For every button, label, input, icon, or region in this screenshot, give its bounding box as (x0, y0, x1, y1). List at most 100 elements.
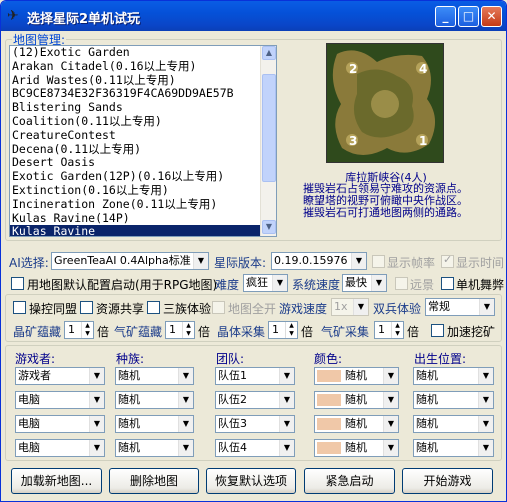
map-list-scrollbar[interactable]: ▲ ▼ (260, 46, 276, 236)
map-list[interactable]: (12)Exotic Garden Arakan Citadel(0.16以上专用… (9, 45, 277, 237)
player-select[interactable]: 电脑 ▼ (15, 439, 105, 457)
chevron-down-icon: ▼ (178, 392, 193, 408)
gas-gather-stepper[interactable]: 1 ▲ ▼ (374, 321, 404, 339)
map-list-item[interactable]: Decena(0.11以上专用) (10, 142, 276, 157)
game-speed-select[interactable]: 1x ▼ (331, 298, 369, 316)
race-header: 种族: (116, 352, 145, 366)
share-resource-checkbox[interactable] (80, 301, 93, 314)
stepper-arrows-icon[interactable]: ▲ ▼ (285, 322, 297, 338)
difficulty-label: 难度 (215, 278, 240, 292)
color-select[interactable]: 随机 ▼ (314, 439, 399, 457)
show-time-label: 显示时间 (456, 256, 505, 270)
color-select[interactable]: 随机 ▼ (314, 367, 399, 385)
color-swatch (317, 418, 341, 430)
team-header: 团队: (216, 352, 245, 366)
use-map-default-checkbox[interactable] (11, 277, 24, 290)
race-select[interactable]: 随机 ▼ (115, 415, 194, 433)
map-list-items: (12)Exotic Garden Arakan Citadel(0.16以上专用… (10, 46, 276, 236)
chevron-down-icon: ▼ (279, 440, 294, 456)
map-list-item[interactable]: Coalition(0.11以上专用) (10, 114, 276, 129)
ai-select[interactable]: GreenTeaAI 0.4Alpha标准 ▼ (51, 252, 209, 270)
map-list-item[interactable]: BC9CE8734E32F36319F4CA69DD9AE57B (10, 87, 276, 101)
chevron-down-icon: ▼ (272, 275, 287, 291)
race-select[interactable]: 随机 ▼ (115, 391, 194, 409)
map-full-open-checkbox[interactable] (212, 301, 225, 314)
single-dance-checkbox[interactable] (441, 277, 454, 290)
restore-default-button[interactable]: 恢复默认选项 (206, 468, 296, 494)
delete-map-button[interactable]: 删除地图 (109, 468, 199, 494)
gas-deposit-value: 1 (169, 323, 176, 336)
main-window: ✈ 选择星际2单机试玩 _ □ ✕ 地图管理: (12)Exotic Garde… (0, 0, 507, 502)
map-list-item[interactable]: Arid Wastes(0.11以上专用) (10, 73, 276, 88)
color-select[interactable]: 随机 ▼ (314, 415, 399, 433)
color-select[interactable]: 随机 ▼ (314, 391, 399, 409)
crystal-deposit-stepper[interactable]: 1 ▲ ▼ (64, 321, 94, 339)
map-list-item[interactable]: Desert Oasis (10, 156, 276, 170)
color-swatch (317, 442, 341, 454)
team-select[interactable]: 队伍1 ▼ (215, 367, 295, 385)
minimize-icon[interactable]: _ (435, 6, 456, 27)
stepper-arrows-icon[interactable]: ▲ ▼ (182, 322, 194, 338)
team-select[interactable]: 队伍3 ▼ (215, 415, 295, 433)
spawn-value: 随机 (416, 369, 438, 382)
chevron-down-icon: ▼ (478, 440, 493, 456)
color-swatch (317, 370, 341, 382)
close-icon[interactable]: ✕ (481, 6, 502, 27)
race-select[interactable]: 随机 ▼ (115, 367, 194, 385)
race-select[interactable]: 随机 ▼ (115, 439, 194, 457)
crystal-deposit-label: 晶矿蕴藏 (13, 325, 62, 339)
start-game-button[interactable]: 开始游戏 (402, 468, 493, 494)
team-select[interactable]: 队伍2 ▼ (215, 391, 295, 409)
team-value: 队伍4 (218, 441, 247, 454)
gas-deposit-stepper[interactable]: 1 ▲ ▼ (165, 321, 195, 339)
emergency-start-button[interactable]: 紧急启动 (304, 468, 395, 494)
spawn-select[interactable]: 随机 ▼ (413, 367, 494, 385)
map-list-item[interactable]: Kulas Ravine (10, 225, 276, 236)
gas-gather-label: 气矿采集 (321, 325, 370, 339)
far-view-checkbox[interactable] (395, 277, 408, 290)
map-list-item[interactable]: Blistering Sands (10, 100, 276, 115)
spawn-select[interactable]: 随机 ▼ (413, 415, 494, 433)
chevron-down-icon: ▼ (351, 253, 366, 269)
version-select[interactable]: 0.19.0.15976 ▼ (271, 252, 367, 270)
scroll-down-icon[interactable]: ▼ (262, 220, 276, 234)
chevron-down-icon: ▼ (383, 392, 398, 408)
chevron-down-icon: ▼ (178, 416, 193, 432)
crystal-deposit-value: 1 (68, 323, 75, 336)
chevron-down-icon: ▼ (479, 299, 494, 315)
scroll-thumb[interactable] (262, 74, 276, 182)
map-list-item[interactable]: CreatureContest (10, 128, 276, 143)
scroll-up-icon[interactable]: ▲ (262, 46, 276, 60)
color-swatch (317, 394, 341, 406)
ally-ctrl-checkbox[interactable] (13, 301, 26, 314)
team-select[interactable]: 队伍4 ▼ (215, 439, 295, 457)
map-list-item[interactable]: Extinction(0.16以上专用) (10, 183, 276, 198)
spawn-select[interactable]: 随机 ▼ (413, 391, 494, 409)
map-list-item[interactable]: Arakan Citadel(0.16以上专用) (10, 59, 276, 74)
stepper-arrows-icon[interactable]: ▲ ▼ (81, 322, 93, 338)
show-fps-checkbox[interactable] (372, 255, 385, 268)
version-label: 星际版本: (214, 256, 267, 270)
show-time-checkbox[interactable] (441, 253, 454, 268)
fast-mining-checkbox[interactable] (431, 324, 444, 337)
difficulty-select[interactable]: 疯狂 ▼ (243, 274, 288, 292)
chevron-down-icon: ▼ (178, 440, 193, 456)
map-list-item[interactable]: Kulas Ravine(14P) (10, 211, 276, 226)
player-select[interactable]: 电脑 ▼ (15, 391, 105, 409)
player-select[interactable]: 电脑 ▼ (15, 415, 105, 433)
sys-speed-select[interactable]: 最快 ▼ (342, 274, 387, 292)
map-list-item[interactable]: Exotic Garden(12P)(0.16以上专用) (10, 169, 276, 184)
crystal-gather-value: 1 (272, 323, 279, 336)
three-race-checkbox[interactable] (147, 301, 160, 314)
map-list-item[interactable]: (12)Exotic Garden (10, 46, 276, 60)
game-speed-label: 游戏速度 (279, 302, 328, 316)
map-list-item[interactable]: Incineration Zone(0.11以上专用) (10, 197, 276, 212)
player-select[interactable]: 游戏者 ▼ (15, 367, 105, 385)
maximize-icon[interactable]: □ (458, 6, 479, 27)
spawn-value: 随机 (416, 393, 438, 406)
crystal-gather-stepper[interactable]: 1 ▲ ▼ (268, 321, 298, 339)
stepper-arrows-icon[interactable]: ▲ ▼ (391, 322, 403, 338)
dual-soldier-select[interactable]: 常规 ▼ (425, 298, 495, 316)
spawn-select[interactable]: 随机 ▼ (413, 439, 494, 457)
load-map-button[interactable]: 加载新地图... (11, 468, 102, 494)
